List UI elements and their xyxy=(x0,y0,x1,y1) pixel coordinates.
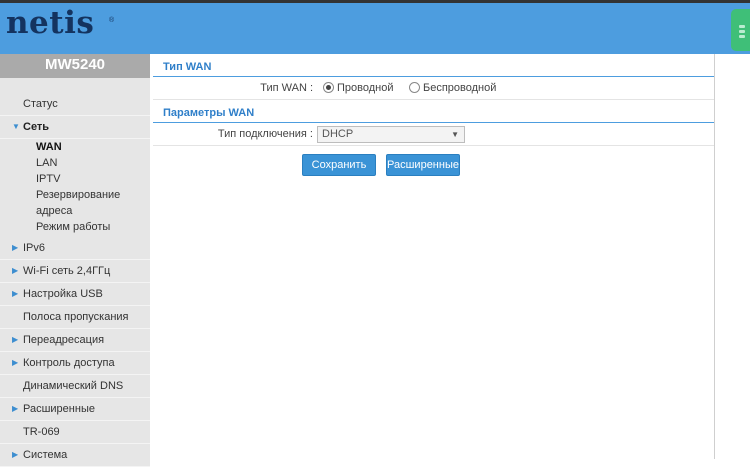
sidebar-item-advanced[interactable]: ▶ Расширенные xyxy=(0,398,150,421)
wan-type-row: Тип WAN : Проводной Беспроводной xyxy=(153,77,715,100)
sidebar-item-label: Переадресация xyxy=(23,334,105,346)
sidebar-item-label: Система xyxy=(23,449,68,461)
sidebar-item-label: Настройка USB xyxy=(23,288,103,300)
sidebar-item-wifi[interactable]: ▶ Wi-Fi сеть 2,4ГГц xyxy=(0,260,150,283)
sidebar-subitem-iptv[interactable]: IPTV xyxy=(0,171,150,187)
section-title-wan-type: Тип WAN xyxy=(153,54,715,77)
sidebar-item-usb[interactable]: ▶ Настройка USB xyxy=(0,283,150,306)
radio-wired-label[interactable]: Проводной xyxy=(337,77,394,99)
sidebar-item-label: Сеть xyxy=(23,121,50,133)
radio-wired[interactable] xyxy=(323,82,334,93)
content-right-border xyxy=(714,54,715,459)
section-title-wan-params: Параметры WAN xyxy=(153,100,715,123)
sidebar-item-label: TR-069 xyxy=(23,426,60,438)
advanced-button[interactable]: Расширенные xyxy=(386,154,460,176)
sidebar-item-network[interactable]: ▼ Сеть xyxy=(0,116,150,139)
triangle-right-icon: ▶ xyxy=(12,289,19,298)
sidebar-item-ipv6[interactable]: ▶ IPv6 xyxy=(0,237,150,260)
triangle-right-icon: ▶ xyxy=(12,266,19,275)
triangle-right-icon: ▶ xyxy=(12,358,19,367)
conn-type-select[interactable]: DHCP ▼ xyxy=(317,126,465,143)
side-widget-tab[interactable] xyxy=(731,9,750,51)
sidebar-subitem-wan[interactable]: WAN xyxy=(0,139,150,155)
conn-type-label: Тип подключения : xyxy=(217,128,313,140)
triangle-down-icon: ▼ xyxy=(12,122,20,131)
registered-mark: ® xyxy=(109,17,115,24)
sidebar-subitem-reservation-line2[interactable]: адреса xyxy=(0,203,150,219)
chevron-down-icon: ▼ xyxy=(451,130,459,139)
triangle-right-icon: ▶ xyxy=(12,450,19,459)
model-name: MW5240 xyxy=(0,54,150,78)
radio-wireless-label[interactable]: Беспроводной xyxy=(423,77,496,99)
sidebar-subitem-lan[interactable]: LAN xyxy=(0,155,150,171)
header: netis ® xyxy=(0,3,750,54)
sidebar-item-label: Контроль доступа xyxy=(23,357,115,369)
sidebar-nav: Статус ▼ Сеть WAN LAN IPTV Резервировани… xyxy=(0,93,150,467)
grip-icon xyxy=(739,23,747,38)
wan-type-label: Тип WAN : xyxy=(260,82,313,94)
save-button[interactable]: Сохранить xyxy=(302,154,376,176)
sidebar: MW5240 Статус ▼ Сеть WAN LAN IPTV Резерв… xyxy=(0,54,150,467)
triangle-right-icon: ▶ xyxy=(12,335,19,344)
sidebar-item-ddns[interactable]: Динамический DNS xyxy=(0,375,150,398)
conn-type-row: Тип подключения : DHCP ▼ xyxy=(153,123,715,146)
sidebar-item-tr069[interactable]: TR-069 xyxy=(0,421,150,444)
conn-type-value: DHCP xyxy=(322,128,354,140)
sidebar-item-system[interactable]: ▶ Система xyxy=(0,444,150,467)
netis-logo: netis xyxy=(6,5,95,41)
sidebar-item-label: Wi-Fi сеть 2,4ГГц xyxy=(23,265,111,277)
sidebar-item-bandwidth[interactable]: Полоса пропускания xyxy=(0,306,150,329)
sidebar-item-label: Полоса пропускания xyxy=(23,311,129,323)
sidebar-item-status[interactable]: Статус xyxy=(0,93,150,116)
triangle-right-icon: ▶ xyxy=(12,404,19,413)
triangle-right-icon: ▶ xyxy=(12,243,19,252)
sidebar-submenu: WAN LAN IPTV Резервирование адреса Режим… xyxy=(0,139,150,237)
radio-wireless[interactable] xyxy=(409,82,420,93)
sidebar-item-access-control[interactable]: ▶ Контроль доступа xyxy=(0,352,150,375)
sidebar-item-label: Динамический DNS xyxy=(23,380,124,392)
sidebar-subitem-mode[interactable]: Режим работы xyxy=(0,219,150,237)
sidebar-item-label: Расширенные xyxy=(23,403,95,415)
main-content: Тип WAN Тип WAN : Проводной Беспроводной… xyxy=(153,54,715,459)
sidebar-item-forwarding[interactable]: ▶ Переадресация xyxy=(0,329,150,352)
sidebar-item-label: Статус xyxy=(23,98,58,110)
sidebar-subitem-reservation[interactable]: Резервирование xyxy=(0,187,150,203)
sidebar-item-label: IPv6 xyxy=(23,242,46,254)
